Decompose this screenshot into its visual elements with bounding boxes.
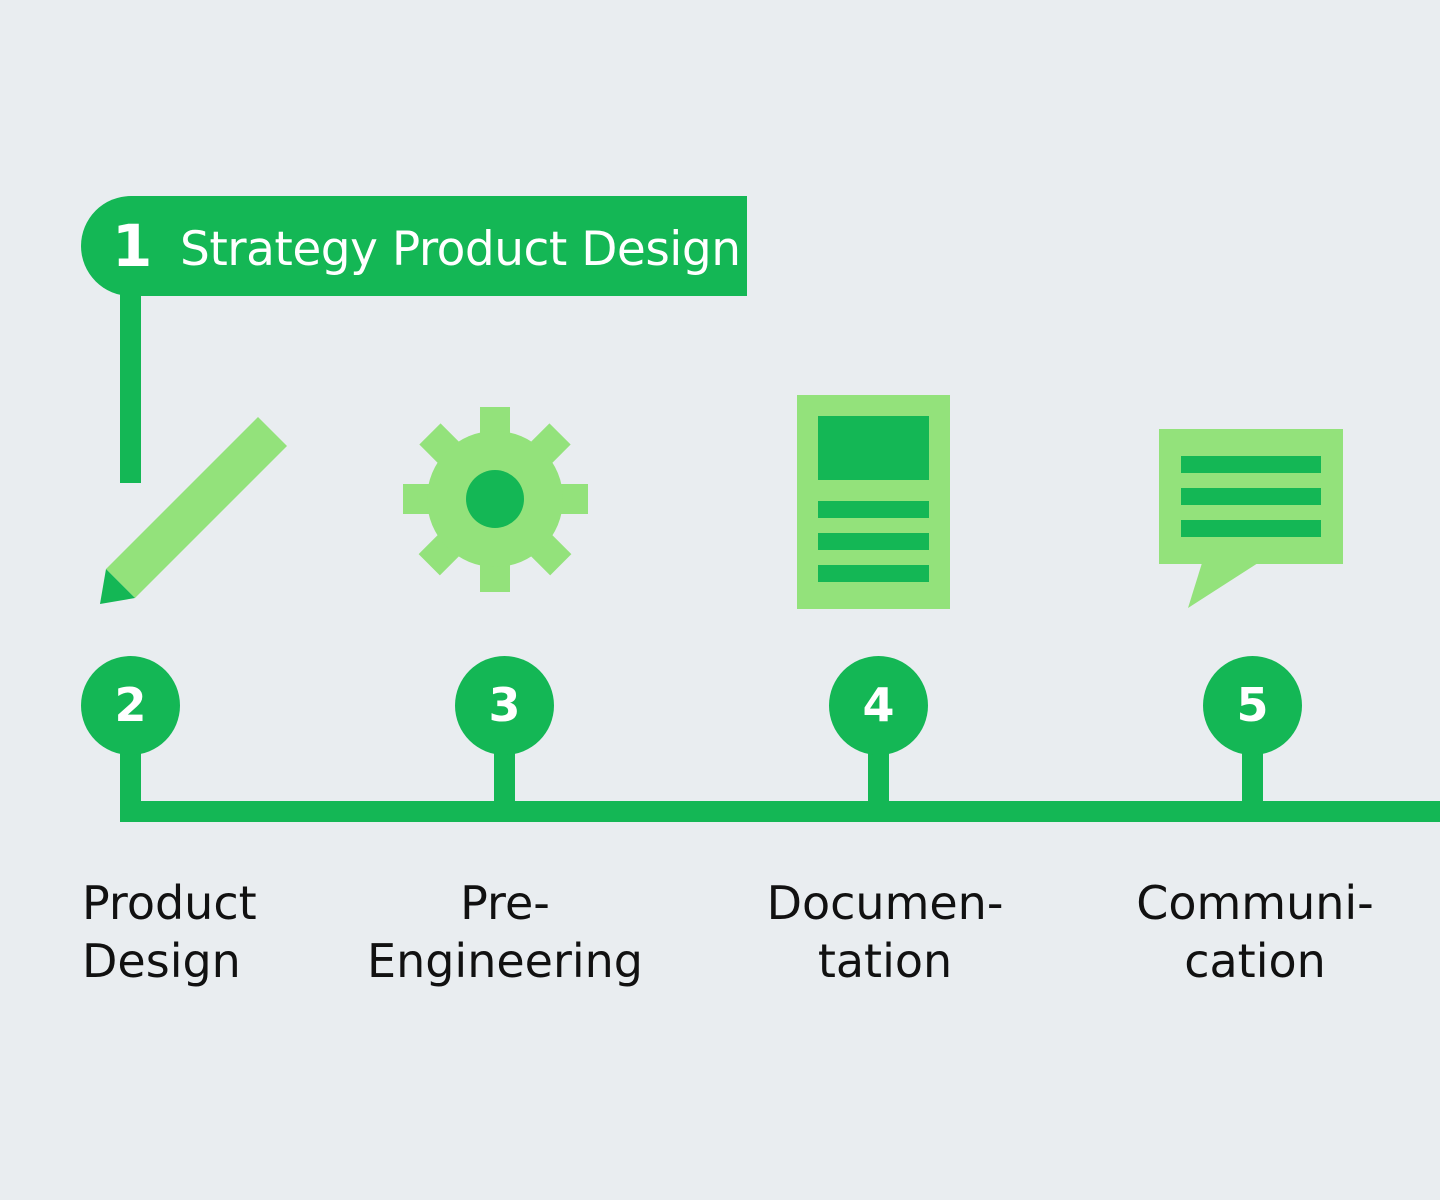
step-5-label-line2: cation xyxy=(1184,934,1326,988)
speech-bubble-icon xyxy=(1159,429,1343,608)
step-2-label-line1: Product xyxy=(82,876,257,930)
step-2-node: 2 xyxy=(81,656,180,755)
gear-icon xyxy=(403,407,588,592)
step-3-node: 3 xyxy=(455,656,554,755)
document-icon xyxy=(797,395,950,609)
pencil-icon xyxy=(100,417,287,604)
step-5-node: 5 xyxy=(1203,656,1302,755)
step-5-label-line1: Communi- xyxy=(1136,876,1374,930)
step-4-node: 4 xyxy=(829,656,928,755)
step-icons xyxy=(100,395,1343,609)
step-5-label: Communi- cation xyxy=(1105,874,1405,990)
step-3-label-line2: Engineering xyxy=(367,934,643,988)
step-3-label-line1: Pre- xyxy=(460,876,550,930)
step-4-label: Documen- tation xyxy=(735,874,1035,990)
step-2-label: Product Design xyxy=(82,874,257,990)
step-3-label: Pre- Engineering xyxy=(355,874,655,990)
step-4-label-line1: Documen- xyxy=(766,876,1004,930)
step-4-label-line2: tation xyxy=(817,934,953,988)
step-2-label-line2: Design xyxy=(82,934,241,988)
